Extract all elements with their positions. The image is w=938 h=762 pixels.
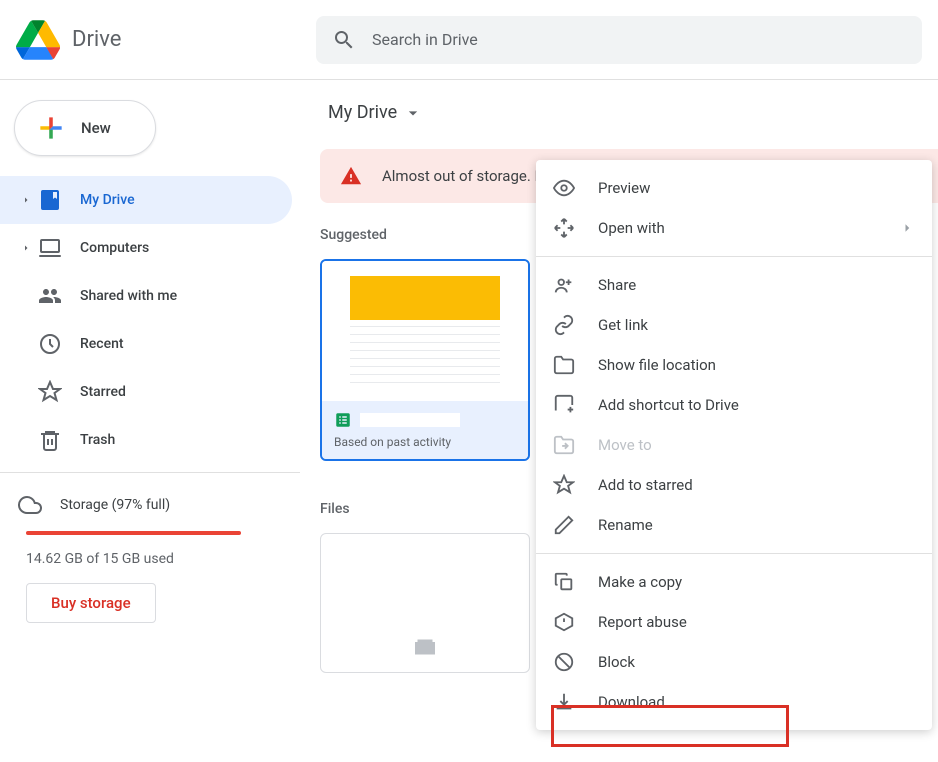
sidebar-item-trash[interactable]: Trash (0, 416, 292, 464)
menu-label: Report abuse (598, 613, 916, 631)
recent-icon (38, 332, 62, 356)
new-button[interactable]: New (14, 100, 156, 156)
sheets-icon (334, 411, 352, 429)
menu-label: Share (598, 276, 916, 294)
chevron-right-icon (898, 219, 916, 237)
menu-label: Block (598, 653, 916, 671)
suggested-card[interactable]: Based on past activity (320, 259, 530, 461)
menu-label: Make a copy (598, 573, 916, 591)
rename-icon (553, 514, 575, 536)
sidebar-item-recent[interactable]: Recent (0, 320, 292, 368)
chevron-right-icon (20, 194, 32, 206)
share-icon (553, 274, 575, 296)
copy-icon (553, 571, 575, 593)
menu-open-with[interactable]: Open with (536, 208, 932, 248)
menu-label: Preview (598, 179, 916, 197)
breadcrumb-label: My Drive (328, 102, 397, 123)
sidebar-item-label: Recent (80, 336, 124, 352)
menu-divider (536, 256, 932, 257)
menu-label: Get link (598, 316, 916, 334)
computers-icon (38, 236, 62, 260)
header: Drive Search in Drive (0, 0, 938, 80)
move-icon (553, 434, 575, 456)
block-icon (553, 651, 575, 673)
shared-icon (38, 284, 62, 308)
report-icon (553, 611, 575, 633)
menu-add-starred[interactable]: Add to starred (536, 465, 932, 505)
sidebar-item-my-drive[interactable]: My Drive (0, 176, 292, 224)
plus-icon (35, 112, 67, 144)
sidebar-item-shared[interactable]: Shared with me (0, 272, 292, 320)
divider (0, 472, 300, 473)
buy-storage-button[interactable]: Buy storage (26, 583, 156, 623)
menu-preview[interactable]: Preview (536, 168, 932, 208)
menu-make-copy[interactable]: Make a copy (536, 562, 932, 602)
star-icon (38, 380, 62, 404)
download-icon (553, 691, 575, 713)
menu-rename[interactable]: Rename (536, 505, 932, 545)
sidebar-item-label: Starred (80, 384, 126, 400)
drive-title: Drive (72, 27, 121, 52)
menu-label: Open with (598, 219, 898, 237)
search-placeholder: Search in Drive (372, 30, 478, 49)
menu-move-to: Move to (536, 425, 932, 465)
search-bar[interactable]: Search in Drive (316, 16, 922, 64)
storage-header[interactable]: Storage (97% full) (18, 493, 282, 517)
card-subtitle: Based on past activity (334, 435, 516, 449)
menu-label: Move to (598, 436, 916, 454)
file-card[interactable] (320, 533, 530, 673)
menu-label: Show file location (598, 356, 916, 374)
menu-share[interactable]: Share (536, 265, 932, 305)
sidebar: New My Drive Computers Shared with me Re… (0, 80, 300, 762)
star-icon (553, 474, 575, 496)
search-icon (332, 28, 356, 52)
trash-icon (38, 428, 62, 452)
menu-label: Download (598, 693, 916, 711)
menu-get-link[interactable]: Get link (536, 305, 932, 345)
sidebar-item-starred[interactable]: Starred (0, 368, 292, 416)
folder-icon (553, 354, 575, 376)
menu-show-location[interactable]: Show file location (536, 345, 932, 385)
sidebar-item-label: Shared with me (80, 288, 177, 304)
drive-logo-icon (16, 20, 60, 60)
shortcut-icon (553, 394, 575, 416)
file-name-redacted (360, 413, 460, 427)
spreadsheet-thumb (350, 276, 500, 386)
card-preview (322, 261, 528, 401)
menu-label: Add shortcut to Drive (598, 396, 916, 414)
storage-bar (26, 531, 241, 535)
context-menu: Preview Open with Share Get link Show fi… (536, 160, 932, 730)
menu-label: Add to starred (598, 476, 916, 494)
new-button-label: New (81, 119, 111, 137)
chevron-right-icon (20, 242, 32, 254)
card-footer: Based on past activity (322, 401, 528, 459)
menu-download[interactable]: Download (536, 682, 932, 722)
sidebar-item-label: Trash (80, 432, 115, 448)
storage-section: Storage (97% full) 14.62 GB of 15 GB use… (0, 481, 300, 635)
file-generic-icon (405, 632, 445, 662)
menu-report-abuse[interactable]: Report abuse (536, 602, 932, 642)
logo-area[interactable]: Drive (16, 20, 316, 60)
link-icon (553, 314, 575, 336)
sidebar-item-label: Computers (80, 240, 149, 256)
sidebar-item-label: My Drive (80, 192, 135, 208)
menu-block[interactable]: Block (536, 642, 932, 682)
warning-icon (340, 165, 362, 187)
menu-label: Rename (598, 516, 916, 534)
open-with-icon (553, 217, 575, 239)
cloud-icon (18, 493, 42, 517)
storage-used: 14.62 GB of 15 GB used (26, 551, 282, 567)
sidebar-item-computers[interactable]: Computers (0, 224, 292, 272)
menu-add-shortcut[interactable]: Add shortcut to Drive (536, 385, 932, 425)
menu-divider (536, 553, 932, 554)
preview-icon (553, 177, 575, 199)
dropdown-icon (403, 103, 423, 123)
storage-label: Storage (97% full) (60, 497, 170, 513)
my-drive-icon (38, 188, 62, 212)
breadcrumb[interactable]: My Drive (320, 96, 431, 129)
